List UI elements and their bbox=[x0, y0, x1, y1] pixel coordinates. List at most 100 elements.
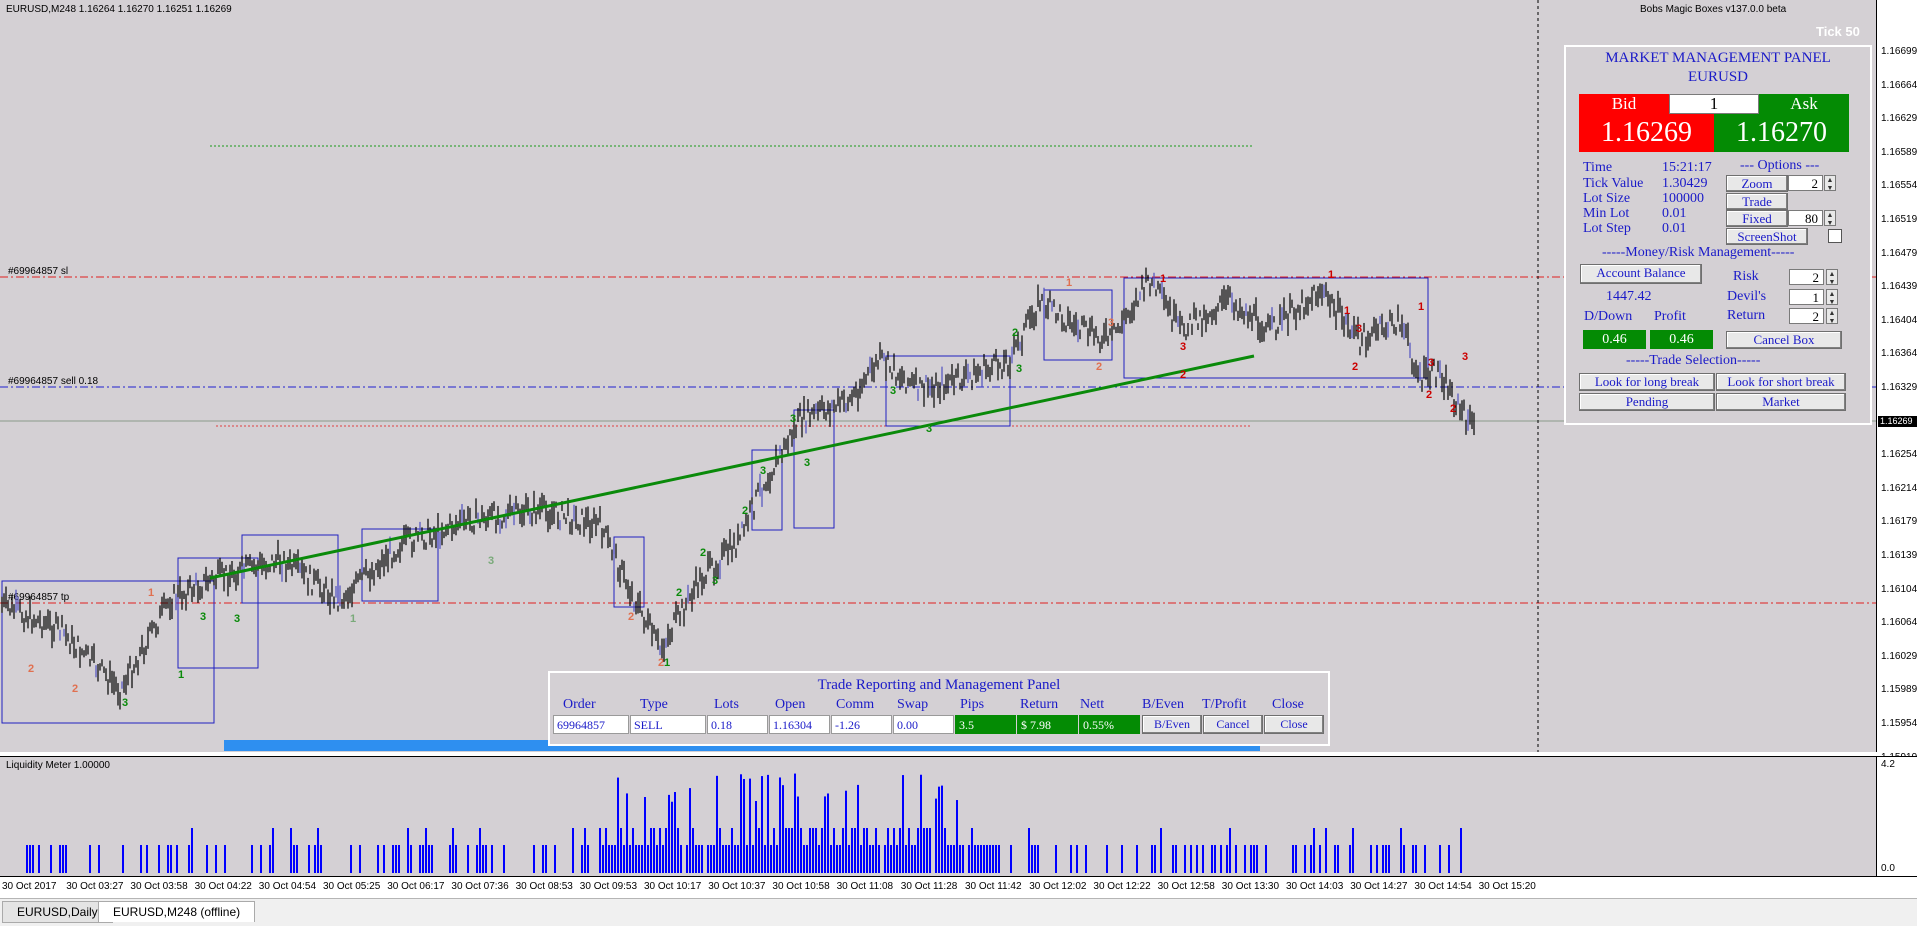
main-chart[interactable]: EURUSD,M248 1.16264 1.16270 1.16251 1.16… bbox=[0, 0, 1876, 752]
return-spinner[interactable]: ▲ ▼ bbox=[1826, 308, 1838, 325]
time-tick: 30 Oct 10:58 bbox=[772, 881, 830, 892]
liquidity-bar bbox=[713, 845, 715, 873]
zoom-button[interactable]: Zoom bbox=[1726, 175, 1788, 192]
swing-label: 3 bbox=[926, 423, 932, 435]
close-trade-button[interactable]: Close bbox=[1264, 715, 1324, 734]
swing-label: 3 bbox=[712, 575, 718, 587]
tab-eurusd-m248[interactable]: EURUSD,M248 (offline) bbox=[98, 901, 256, 922]
liquidity-bar bbox=[1412, 845, 1414, 873]
liquidity-bar bbox=[896, 845, 898, 873]
trade-button[interactable]: Trade bbox=[1726, 193, 1788, 210]
liquidity-bar bbox=[1460, 828, 1462, 873]
swing-label: 2 bbox=[628, 611, 634, 623]
liquidity-bar bbox=[1070, 845, 1072, 873]
time-tick: 30 Oct 10:37 bbox=[708, 881, 766, 892]
liquidity-bar bbox=[878, 845, 880, 873]
liquidity-bar bbox=[1352, 828, 1354, 873]
profit-value: 0.46 bbox=[1650, 330, 1713, 349]
swing-label: 1 bbox=[350, 613, 356, 625]
devils-label: Devil's bbox=[1727, 289, 1767, 304]
liquidity-bar bbox=[1376, 845, 1378, 873]
trp-swap: 0.00 bbox=[893, 715, 954, 734]
liquidity-bar bbox=[428, 845, 430, 873]
risk-input[interactable]: 2 bbox=[1789, 269, 1824, 285]
liquidity-bar bbox=[1160, 828, 1162, 873]
devils-spinner[interactable]: ▲ ▼ bbox=[1826, 289, 1838, 306]
fixed-button[interactable]: Fixed bbox=[1726, 210, 1788, 227]
liquidity-bar bbox=[809, 828, 811, 873]
trp-header-close: Close bbox=[1272, 697, 1304, 712]
swing-label: 3 bbox=[1462, 351, 1468, 363]
screenshot-button[interactable]: ScreenShot bbox=[1726, 228, 1808, 245]
liquidity-bar bbox=[956, 800, 958, 873]
liquidity-bar bbox=[1325, 828, 1327, 873]
liquidity-bar bbox=[26, 845, 28, 873]
risk-spinner[interactable]: ▲ ▼ bbox=[1826, 269, 1838, 286]
ask-price[interactable]: 1.16270 bbox=[1714, 114, 1849, 152]
lot-step-value: 0.01 bbox=[1662, 221, 1687, 236]
swing-label: 1 bbox=[664, 657, 670, 669]
zoom-spinner[interactable]: ▲ ▼ bbox=[1824, 175, 1836, 192]
swing-label: 2 bbox=[1012, 327, 1018, 339]
liquidity-bar bbox=[875, 828, 877, 873]
liquidity-bar bbox=[308, 845, 310, 873]
liquidity-bar bbox=[479, 828, 481, 873]
liquidity-bar bbox=[1214, 845, 1216, 873]
liquidity-bar bbox=[581, 845, 583, 873]
fixed-spinner[interactable]: ▲ ▼ bbox=[1824, 210, 1836, 227]
tab-eurusd-daily[interactable]: EURUSD,Daily bbox=[2, 901, 113, 923]
liquidity-bar bbox=[1337, 845, 1339, 873]
swing-label: 1 bbox=[1066, 277, 1072, 289]
liquidity-bar bbox=[599, 828, 601, 873]
devils-input[interactable]: 1 bbox=[1789, 289, 1824, 305]
short-break-button[interactable]: Look for short break bbox=[1716, 373, 1846, 391]
bid-label: Bid bbox=[1579, 94, 1669, 114]
liquidity-bar bbox=[317, 828, 319, 873]
liquidity-bar bbox=[1310, 845, 1312, 873]
liquidity-bar bbox=[467, 845, 469, 873]
cancel-box-button[interactable]: Cancel Box bbox=[1726, 331, 1842, 349]
liquidity-bar bbox=[890, 845, 892, 873]
liquidity-bar bbox=[803, 845, 805, 873]
time-tick: 30 Oct 03:58 bbox=[130, 881, 188, 892]
liquidity-bar bbox=[1439, 845, 1441, 873]
bid-price[interactable]: 1.16269 bbox=[1579, 114, 1714, 152]
swing-label: 2 bbox=[28, 663, 34, 675]
time-tick: 30 Oct 14:03 bbox=[1286, 881, 1344, 892]
lot-input[interactable]: 1 bbox=[1669, 94, 1759, 114]
price-tick: 1.16699 bbox=[1881, 46, 1917, 57]
screenshot-checkbox[interactable] bbox=[1828, 229, 1842, 243]
liquidity-bar bbox=[1172, 845, 1174, 873]
liquidity-bar bbox=[1037, 845, 1039, 873]
long-break-button[interactable]: Look for long break bbox=[1579, 373, 1715, 391]
liquidity-bar bbox=[836, 845, 838, 873]
liquidity-bar bbox=[953, 845, 955, 873]
liquidity-bar bbox=[1229, 828, 1231, 873]
trp-lots: 0.18 bbox=[707, 715, 768, 734]
pending-button[interactable]: Pending bbox=[1579, 393, 1715, 411]
swing-label: 3 bbox=[234, 613, 240, 625]
liquidity-bar bbox=[794, 773, 796, 873]
swing-label: 3 bbox=[488, 555, 494, 567]
liquidity-bar bbox=[1448, 845, 1450, 873]
liquidity-bar bbox=[719, 828, 721, 873]
market-button[interactable]: Market bbox=[1716, 393, 1846, 411]
liquidity-bar bbox=[1400, 828, 1402, 873]
account-balance-button[interactable]: Account Balance bbox=[1580, 264, 1702, 284]
swing-label: 2 bbox=[1096, 361, 1102, 373]
liquidity-bar bbox=[866, 828, 868, 873]
time-tick: 30 Oct 11:42 bbox=[965, 881, 1022, 892]
liquidity-bar bbox=[1370, 845, 1372, 873]
liquidity-bar bbox=[407, 828, 409, 873]
breakeven-button[interactable]: B/Even bbox=[1142, 715, 1202, 734]
return-input[interactable]: 2 bbox=[1789, 308, 1824, 324]
liquidity-bar bbox=[1313, 828, 1315, 873]
fixed-input[interactable]: 80 bbox=[1788, 210, 1823, 226]
liquidity-bar bbox=[983, 845, 985, 873]
liquidity-meter-window[interactable]: Liquidity Meter 1.00000 bbox=[0, 756, 1876, 877]
liquidity-bar bbox=[290, 828, 292, 873]
zoom-input[interactable]: 2 bbox=[1788, 175, 1823, 191]
liquidity-bar bbox=[170, 845, 172, 873]
cancel-tp-button[interactable]: Cancel bbox=[1203, 715, 1263, 734]
trp-header-tprofit: T/Profit bbox=[1202, 697, 1247, 712]
